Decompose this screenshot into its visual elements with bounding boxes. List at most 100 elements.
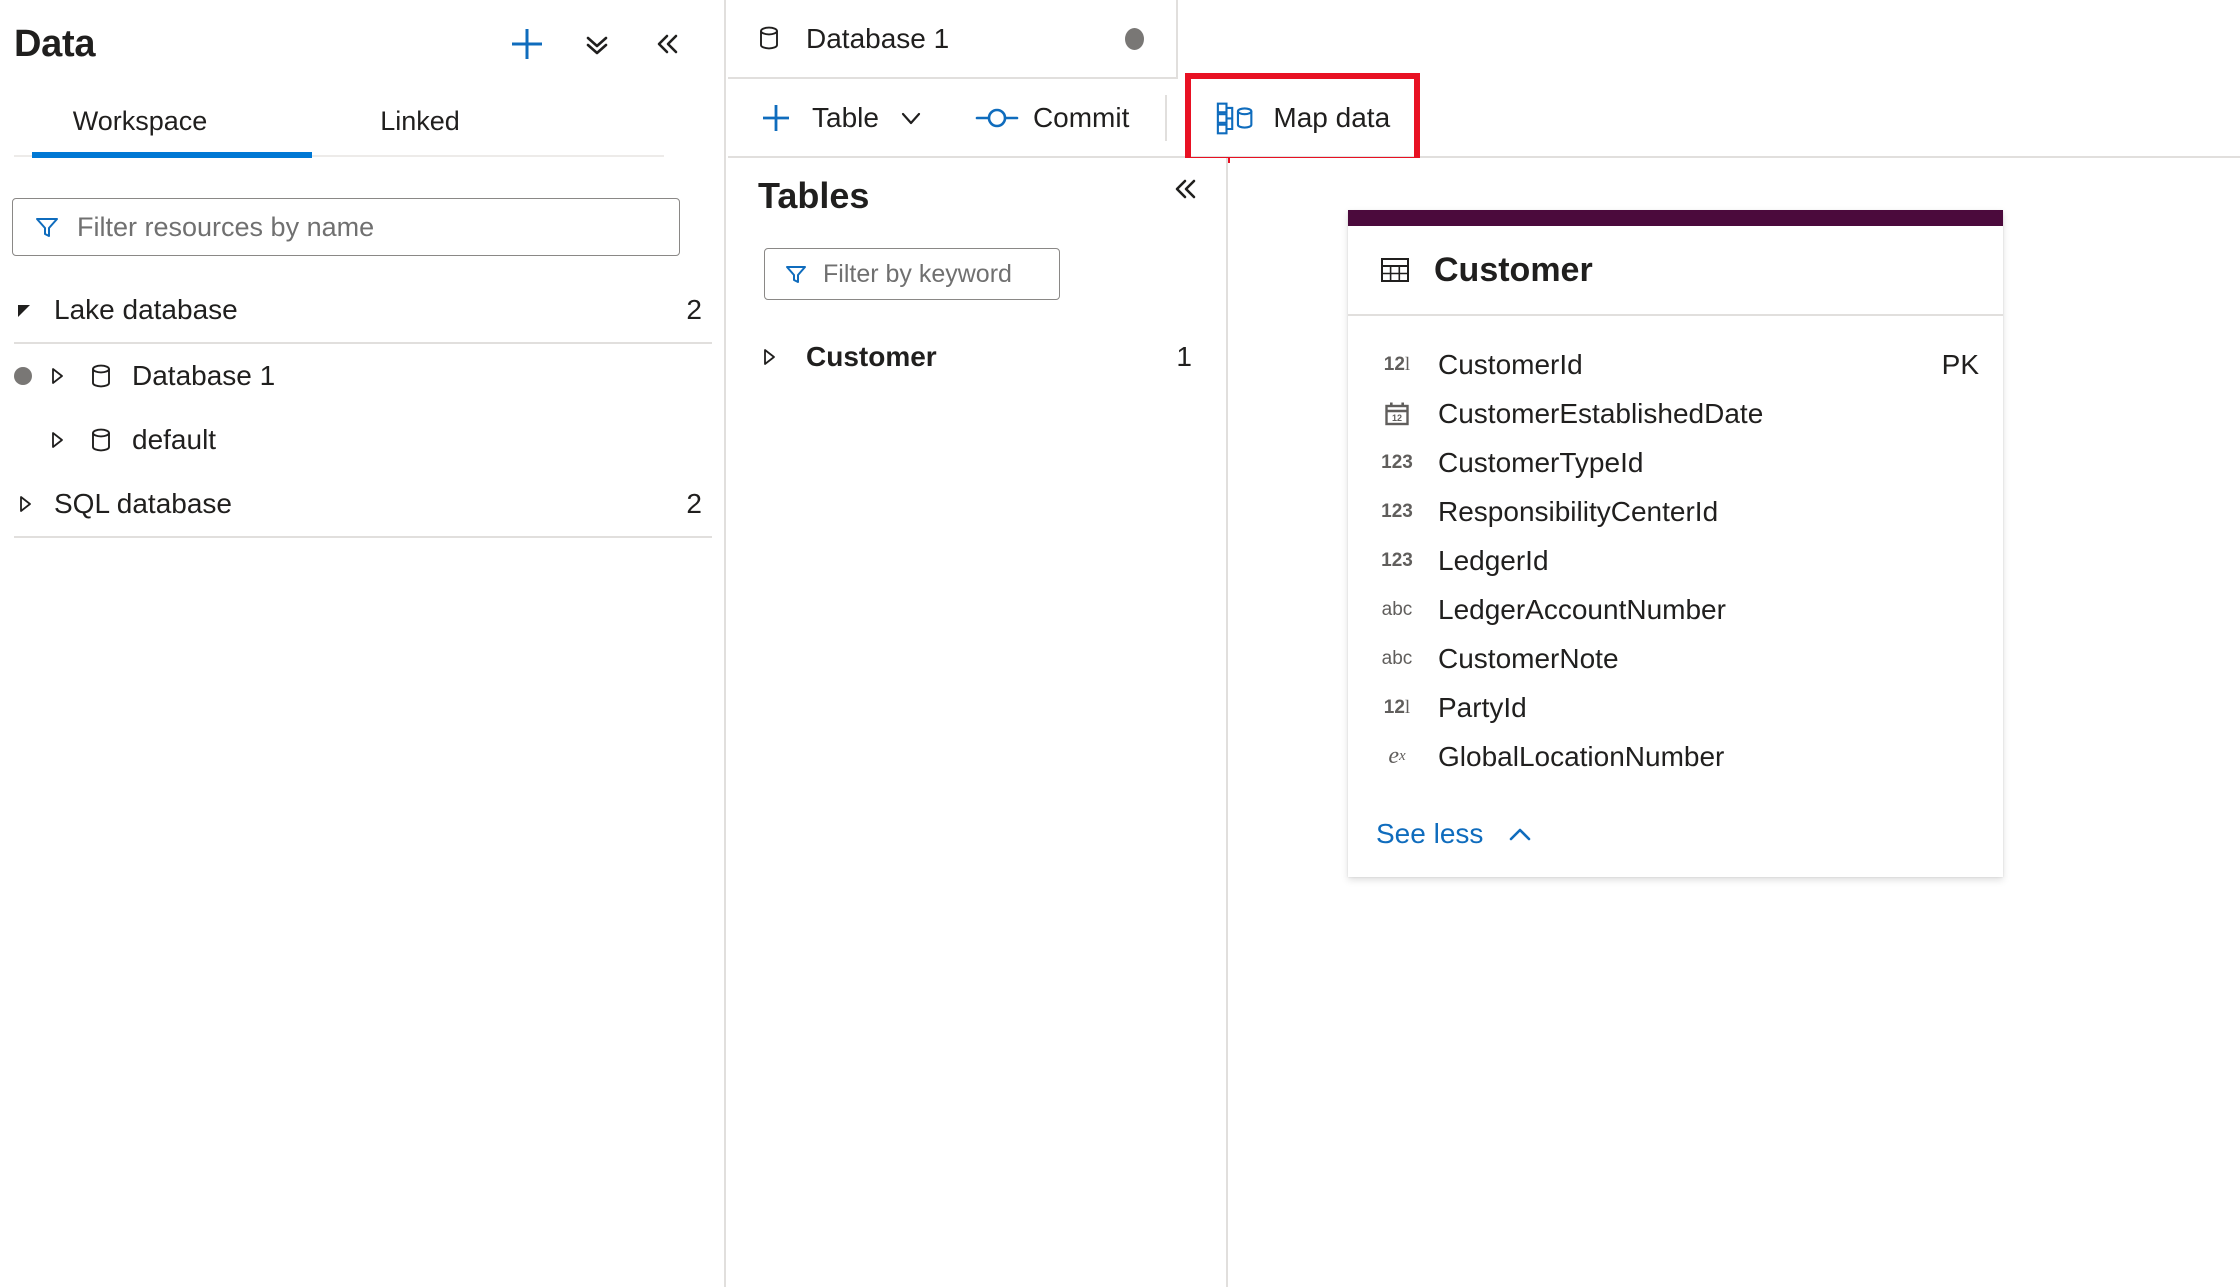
entity-field-row[interactable]: 12 CustomerEstablishedDate xyxy=(1348,389,2003,438)
string-type-icon: abc xyxy=(1381,598,1413,620)
database-icon xyxy=(754,23,784,55)
tables-panel: Tables Filter by keyword Customer 1 xyxy=(728,158,1228,1287)
chevron-up-icon xyxy=(1503,817,1537,851)
diagram-canvas[interactable]: Customer 12 l CustomerId PK 12 CustomerE… xyxy=(1230,158,2240,1287)
chevron-down-icon[interactable] xyxy=(897,104,925,132)
tree-divider xyxy=(14,536,712,538)
tree-group-lake-database-label: Lake database xyxy=(54,294,238,325)
commit-button[interactable]: Commit xyxy=(961,78,1143,157)
tab-workspace[interactable]: Workspace xyxy=(0,88,280,154)
unsaved-changes-dot-icon xyxy=(1125,27,1144,50)
sidebar-header-actions xyxy=(506,0,688,88)
resource-tree: Lake database 2 Database 1 default SQL d… xyxy=(0,278,726,538)
long-type-icon: 12 l xyxy=(1383,696,1411,718)
resource-filter-placeholder: Filter resources by name xyxy=(77,211,375,242)
entity-field-name: CustomerEstablishedDate xyxy=(1438,397,1764,429)
entity-card-accent-bar xyxy=(1348,210,2003,226)
tables-list-item-label: Customer xyxy=(806,341,937,372)
tree-group-sql-database-count: 2 xyxy=(686,488,702,519)
document-tab-strip: Database 1 xyxy=(728,0,2240,79)
tree-group-sql-database[interactable]: SQL database 2 xyxy=(0,472,726,536)
entity-field-name: LedgerAccountNumber xyxy=(1438,593,1726,625)
chevron-right-icon[interactable] xyxy=(46,429,68,451)
collapse-all-button[interactable] xyxy=(576,23,618,65)
map-data-icon xyxy=(1215,99,1259,137)
tab-strip-empty-area xyxy=(1178,0,2240,79)
tables-list-item-customer[interactable]: Customer 1 xyxy=(728,328,1228,386)
tab-linked-label: Linked xyxy=(380,105,460,136)
svg-text:12: 12 xyxy=(1392,413,1402,423)
map-data-label: Map data xyxy=(1273,101,1391,133)
integer-type-icon: 123 xyxy=(1381,549,1413,571)
integer-type-icon: 123 xyxy=(1381,500,1413,522)
data-sidebar: Data Workspace Linked Filter resources b… xyxy=(0,0,726,1287)
chevron-right-icon xyxy=(14,493,36,515)
entity-field-name: ResponsibilityCenterId xyxy=(1438,495,1719,527)
see-less-button[interactable]: See less xyxy=(1348,791,2003,877)
tables-list-item-count: 1 xyxy=(1176,341,1192,372)
sidebar-tabs: Workspace Linked xyxy=(0,88,726,154)
active-tab-indicator xyxy=(32,152,312,158)
database-icon xyxy=(86,425,116,455)
entity-card-title: Customer xyxy=(1434,250,1593,289)
entity-field-name: CustomerNote xyxy=(1438,642,1619,674)
app-root: Data Workspace Linked Filter resources b… xyxy=(0,0,2240,1287)
entity-field-row[interactable]: abc CustomerNote xyxy=(1348,634,2003,683)
add-new-resource-button[interactable] xyxy=(506,23,548,65)
entity-field-name: GlobalLocationNumber xyxy=(1438,740,1725,772)
entity-field-name: CustomerId xyxy=(1438,348,1583,380)
tables-panel-header: Tables xyxy=(728,158,1228,234)
entity-card-customer[interactable]: Customer 12 l CustomerId PK 12 CustomerE… xyxy=(1348,210,2003,877)
command-bar: Table Commit Map data xyxy=(728,72,2240,163)
entity-field-name: CustomerTypeId xyxy=(1438,446,1644,478)
command-bar-separator xyxy=(1165,94,1168,141)
see-less-label: See less xyxy=(1376,818,1484,849)
primary-key-badge: PK xyxy=(1941,348,1979,380)
map-data-button[interactable]: Map data xyxy=(1185,72,1421,163)
document-tab-database-1[interactable]: Database 1 xyxy=(728,0,1178,79)
tree-item-default-label: default xyxy=(132,424,217,455)
decimal-type-icon: ex xyxy=(1388,743,1406,769)
resource-filter-input[interactable]: Filter resources by name xyxy=(12,198,680,256)
entity-field-row[interactable]: 123 CustomerTypeId xyxy=(1348,438,2003,487)
add-table-label: Table xyxy=(812,101,879,133)
entity-field-name: PartyId xyxy=(1438,691,1527,723)
tree-item-database-1[interactable]: Database 1 xyxy=(0,344,726,408)
plus-icon xyxy=(754,99,798,137)
long-type-icon: 12 l xyxy=(1383,353,1411,375)
entity-field-row[interactable]: 12 l CustomerId PK xyxy=(1348,340,2003,389)
double-chevron-left-icon xyxy=(1168,179,1202,210)
commit-label: Commit xyxy=(1032,101,1130,133)
commit-icon xyxy=(975,103,1019,133)
entity-card-header: Customer xyxy=(1348,226,2003,316)
table-filter-input[interactable]: Filter by keyword xyxy=(764,248,1060,300)
date-type-icon: 12 xyxy=(1370,401,1424,427)
add-table-button[interactable]: Table xyxy=(740,78,939,157)
sidebar-header: Data xyxy=(0,0,726,88)
tree-group-sql-database-label: SQL database xyxy=(54,488,232,519)
chevron-right-icon[interactable] xyxy=(758,346,780,368)
tree-group-lake-database[interactable]: Lake database 2 xyxy=(0,278,726,342)
entity-field-row[interactable]: abc LedgerAccountNumber xyxy=(1348,585,2003,634)
database-icon xyxy=(86,361,116,391)
page-title: Data xyxy=(14,22,96,65)
entity-field-row[interactable]: 12 l PartyId xyxy=(1348,683,2003,732)
double-chevron-left-icon xyxy=(650,27,684,61)
chevron-down-filled-icon xyxy=(14,299,36,321)
filter-icon xyxy=(783,261,809,287)
string-type-icon: abc xyxy=(1381,647,1413,669)
tree-item-default[interactable]: default xyxy=(0,408,726,472)
collapse-panel-button[interactable] xyxy=(646,23,688,65)
tab-linked[interactable]: Linked xyxy=(280,88,560,154)
entity-field-row[interactable]: ex GlobalLocationNumber xyxy=(1348,732,2003,781)
entity-field-row[interactable]: 123 ResponsibilityCenterId xyxy=(1348,487,2003,536)
tables-panel-collapse-button[interactable] xyxy=(1168,172,1202,211)
tree-item-database-1-label: Database 1 xyxy=(132,360,276,391)
table-icon xyxy=(1378,253,1412,287)
entity-field-row[interactable]: 123 LedgerId xyxy=(1348,536,2003,585)
entity-field-name: LedgerId xyxy=(1438,544,1549,576)
chevron-right-icon[interactable] xyxy=(46,365,68,387)
table-filter-placeholder: Filter by keyword xyxy=(823,259,1012,288)
tree-group-lake-database-count: 2 xyxy=(686,294,702,325)
integer-type-icon: 123 xyxy=(1381,451,1413,473)
